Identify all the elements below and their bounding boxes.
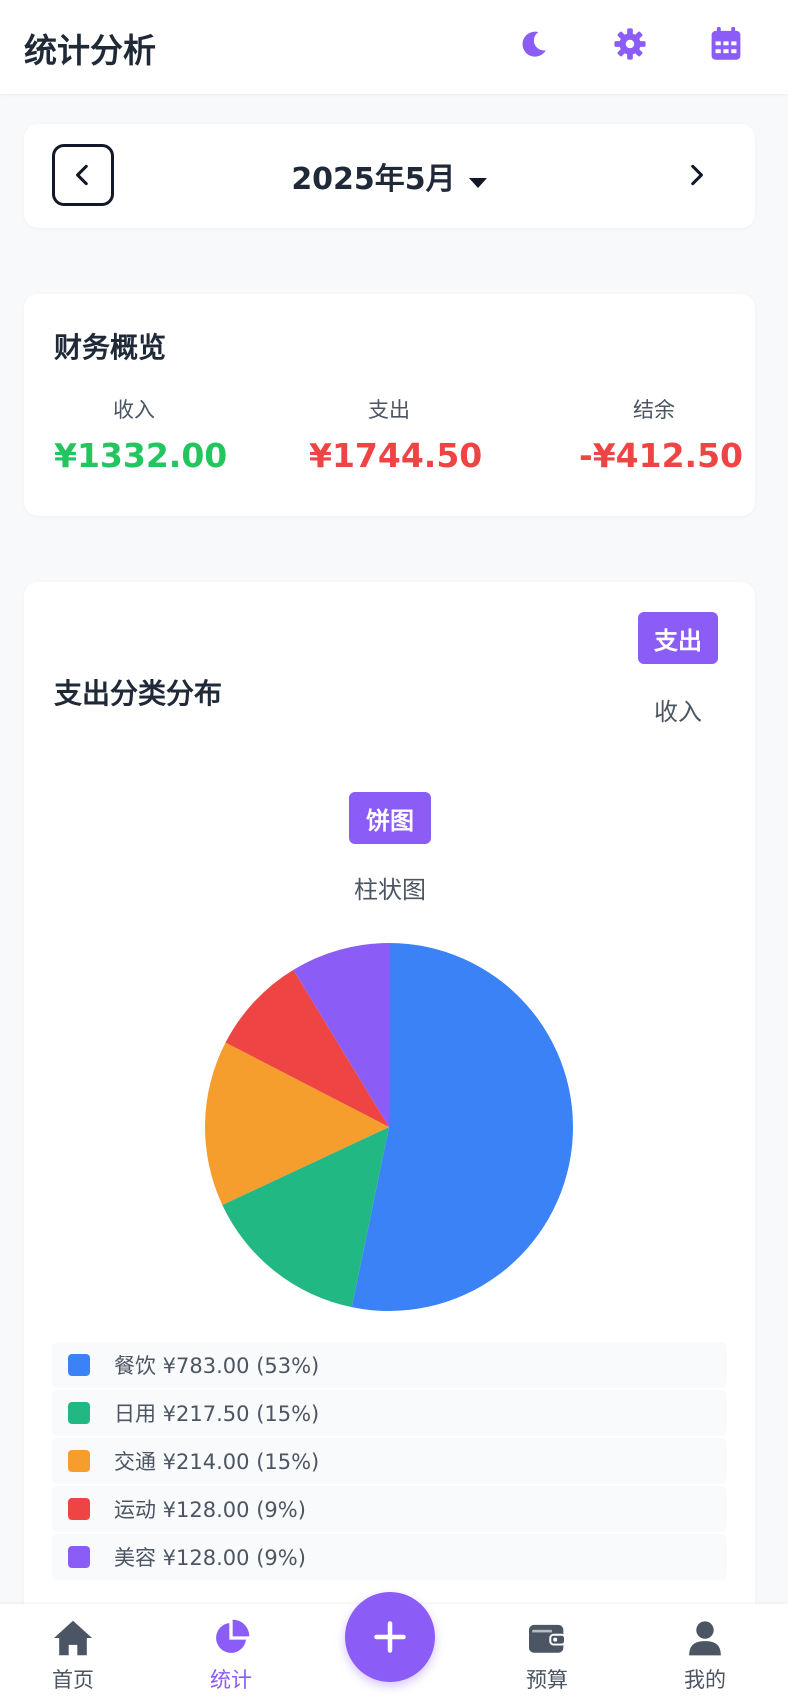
- balance-label: 结余: [633, 398, 675, 422]
- page-title: 统计分析: [24, 31, 156, 70]
- legend-item: 餐饮 ¥783.00 (53%): [52, 1342, 727, 1388]
- legend-label: 餐饮 ¥783.00 (53%): [114, 1354, 320, 1378]
- legend-item: 日用 ¥217.50 (15%): [52, 1390, 727, 1436]
- legend-swatch: [68, 1498, 90, 1520]
- expense-label: 支出: [368, 398, 410, 422]
- nav-budget[interactable]: 预算: [492, 1614, 602, 1694]
- expense-distribution-card: 支出分类分布 支出 收入 饼图 柱状图 餐饮 ¥783.00 (53%) 日用 ¥…: [24, 582, 755, 1704]
- legend-item: 交通 ¥214.00 (15%): [52, 1438, 727, 1484]
- expense-value: ¥1744.50: [309, 436, 483, 475]
- nav-stats[interactable]: 统计: [176, 1614, 286, 1694]
- legend-label: 日用 ¥217.50 (15%): [114, 1402, 320, 1426]
- gear-icon: [614, 28, 646, 60]
- settings-button[interactable]: [608, 22, 652, 66]
- caret-down-icon: [468, 163, 488, 198]
- balance-stat: 结余 -¥412.50: [579, 394, 744, 475]
- wallet-icon: [529, 1624, 566, 1653]
- dark-mode-button[interactable]: [512, 22, 556, 66]
- next-month-button[interactable]: [665, 144, 727, 206]
- nav-me-label: 我的: [684, 1668, 726, 1692]
- nav-home[interactable]: 首页: [18, 1614, 128, 1694]
- month-dropdown[interactable]: 2025年5月: [24, 154, 755, 198]
- app-header: 统计分析: [0, 0, 788, 94]
- add-record-button[interactable]: [345, 1592, 435, 1682]
- moon-icon: [522, 31, 546, 57]
- legend-swatch: [68, 1402, 90, 1424]
- legend-label: 交通 ¥214.00 (15%): [114, 1450, 320, 1474]
- pie-chart: [205, 943, 573, 1311]
- legend-label: 运动 ¥128.00 (9%): [114, 1498, 306, 1522]
- pie-chart-icon: [216, 1619, 250, 1653]
- overview-title: 财务概览: [54, 331, 167, 364]
- plus-icon: [374, 1621, 406, 1653]
- legend-swatch: [68, 1354, 90, 1376]
- income-label: 收入: [113, 398, 155, 422]
- calendar-button[interactable]: [704, 22, 748, 66]
- nav-stats-label: 统计: [210, 1668, 252, 1692]
- calendar-icon: [711, 27, 741, 60]
- legend-label: 美容 ¥128.00 (9%): [114, 1546, 306, 1570]
- nav-budget-label: 预算: [526, 1668, 568, 1692]
- income-stat: 收入 ¥1332.00: [54, 394, 228, 475]
- user-icon: [689, 1621, 721, 1656]
- balance-value: -¥412.50: [579, 436, 744, 475]
- legend-item: 美容 ¥128.00 (9%): [52, 1534, 727, 1580]
- home-icon: [54, 1620, 92, 1656]
- chevron-right-icon: [691, 164, 703, 186]
- legend-swatch: [68, 1450, 90, 1472]
- legend-swatch: [68, 1546, 90, 1568]
- finance-overview-card: 财务概览 收入 ¥1332.00 支出 ¥1744.50 结余 -¥412.50: [24, 294, 755, 516]
- income-value: ¥1332.00: [54, 436, 228, 475]
- nav-home-label: 首页: [52, 1668, 94, 1692]
- expense-stat: 支出 ¥1744.50: [309, 394, 483, 475]
- nav-me[interactable]: 我的: [650, 1614, 760, 1694]
- month-label: 2025年5月: [291, 162, 456, 197]
- legend-item: 运动 ¥128.00 (9%): [52, 1486, 727, 1532]
- month-selector-card: 2025年5月: [24, 124, 755, 228]
- chart-legend: 餐饮 ¥783.00 (53%) 日用 ¥217.50 (15%) 交通 ¥214.…: [52, 1342, 727, 1582]
